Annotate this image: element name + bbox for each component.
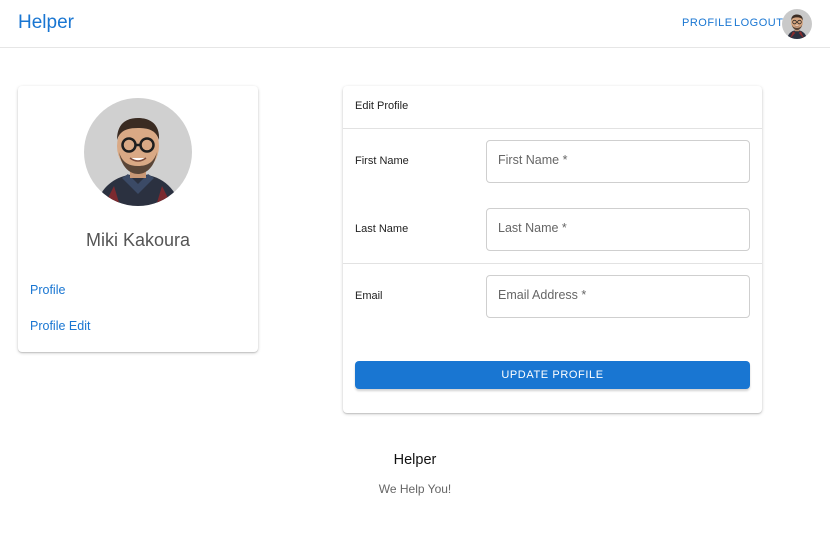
first-name-field[interactable]: First Name * [486,140,750,183]
profile-avatar [84,98,192,206]
update-profile-button[interactable]: UPDATE PROFILE [355,361,750,389]
first-name-placeholder: First Name * [498,153,568,167]
email-placeholder: Email Address * [498,288,587,302]
email-field[interactable]: Email Address * [486,275,750,318]
avatar[interactable] [782,9,812,39]
last-name-label: Last Name [355,223,409,235]
last-name-placeholder: Last Name * [498,221,567,235]
user-name: Miki Kakoura [85,230,191,250]
footer-subtitle: We Help You! [378,482,452,496]
email-label: Email [355,290,383,302]
user-card: Miki Kakoura Profile Profile Edit [18,86,258,352]
sidebar-item-profile-edit[interactable]: Profile Edit [30,319,90,333]
sidebar-item-profile[interactable]: Profile [30,283,65,297]
brand-link[interactable]: Helper [18,12,74,34]
user-avatar-icon [782,9,812,39]
user-avatar-icon [84,98,192,206]
last-name-field[interactable]: Last Name * [486,208,750,251]
footer-title: Helper [393,452,437,468]
nav-profile-link[interactable]: PROFILE [682,17,733,29]
edit-profile-card: Edit Profile First Name First Name * Las… [343,86,762,413]
divider [343,263,762,264]
nav-logout-link[interactable]: LOGOUT [734,17,783,29]
app-bar: Helper PROFILE LOGOUT [0,0,830,48]
card-title: Edit Profile [355,100,409,112]
first-name-label: First Name [355,155,409,167]
divider [343,128,762,129]
